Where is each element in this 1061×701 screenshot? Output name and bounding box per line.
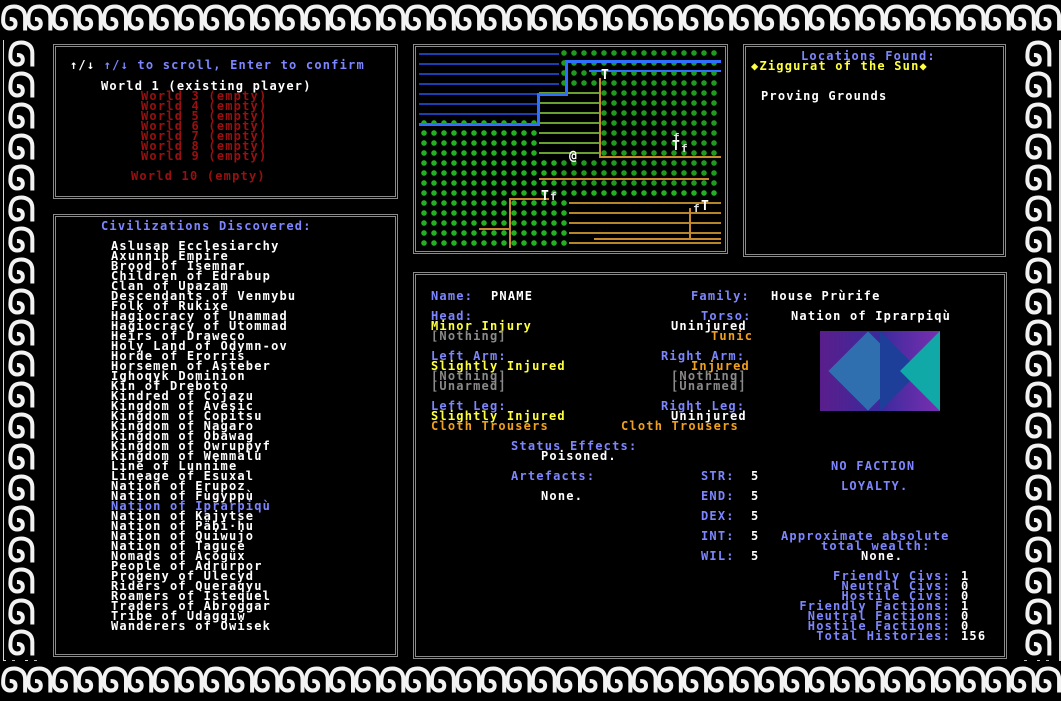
farm-marker: f: [693, 202, 701, 215]
road: [689, 208, 691, 240]
world-map[interactable]: T T T T f f f f @: [419, 48, 721, 248]
summary-value: 156: [961, 629, 987, 643]
faction-status-line1: NO FACTION: [831, 459, 916, 473]
river: [565, 60, 568, 96]
location-item[interactable]: Proving Grounds: [761, 90, 887, 102]
faction-status-line2: LOYALTY.: [841, 479, 909, 493]
town-marker[interactable]: T: [601, 69, 610, 82]
river: [537, 93, 540, 126]
greek-key-bottom: ᘏᘏᘏᘏᘏᘏᘏᘏᘏᘏᘏᘏᘏᘏᘏᘏᘏᘏᘏᘏᘏᘏᘏᘏᘏᘏᘏᘏᘏᘏᘏᘏᘏᘏᘏᘏᘏᘏᘏᘏ…: [0, 666, 1061, 696]
civilizations-title: Civilizations Discovered:: [101, 219, 312, 233]
greek-key-right: ᘏᘏᘏᘏᘏᘏᘏᘏᘏᘏᘏᘏᘏᘏᘏᘏᘏᘏᘏᘏ: [1021, 40, 1057, 660]
farm-marker: f: [550, 190, 558, 203]
civilization-item[interactable]: Wanderers of Owisek: [111, 620, 271, 632]
greek-key-left: ᘏᘏᘏᘏᘏᘏᘏᘏᘏᘏᘏᘏᘏᘏᘏᘏᘏᘏᘏᘏ: [4, 40, 40, 660]
road: [599, 156, 721, 158]
nation-banner: [820, 331, 940, 411]
summary-label: Total Histories:: [816, 629, 951, 643]
river: [419, 123, 539, 126]
wealth-value: None.: [861, 549, 904, 563]
stat-int-label: INT:: [701, 529, 735, 543]
name-label: Name:: [431, 289, 474, 303]
stat-end-value: 5: [751, 489, 760, 503]
stat-dex-label: DEX:: [701, 509, 735, 523]
torso-item: Tunic: [711, 329, 754, 343]
nation-name: Nation of Iprarpiqù: [791, 309, 952, 323]
stat-str-label: STR:: [701, 469, 735, 483]
stat-wil-label: WIL:: [701, 549, 735, 563]
artefacts-value: None.: [541, 489, 584, 503]
world-item-9[interactable]: World 9 (empty): [141, 150, 267, 162]
artefacts-label: Artefacts:: [511, 469, 596, 483]
world-item-10[interactable]: World 10 (empty): [131, 170, 266, 182]
town-marker[interactable]: T: [701, 200, 710, 213]
player-marker[interactable]: @: [569, 150, 578, 163]
world-scroll-hint: ↑/↓ ↑/↓ to scroll, Enter to confirm: [70, 58, 365, 72]
town-marker[interactable]: T: [541, 190, 550, 203]
map-grassland: [539, 88, 599, 158]
road: [479, 228, 511, 230]
head-item: [Nothing]: [431, 329, 507, 343]
locations-panel: [743, 44, 1006, 257]
farm-marker: f: [673, 131, 681, 144]
road: [509, 198, 511, 248]
road: [599, 78, 601, 158]
family-name: House Prùrife: [771, 289, 881, 303]
road: [539, 178, 709, 180]
road: [594, 238, 721, 240]
left-leg-item: Cloth Trousers: [431, 419, 549, 433]
stat-wil-value: 5: [751, 549, 760, 563]
stat-int-value: 5: [751, 529, 760, 543]
stat-end-label: END:: [701, 489, 735, 503]
right-leg-item: Cloth Trousers: [621, 419, 739, 433]
greek-key-top: ᘏᘏᘏᘏᘏᘏᘏᘏᘏᘏᘏᘏᘏᘏᘏᘏᘏᘏᘏᘏᘏᘏᘏᘏᘏᘏᘏᘏᘏᘏᘏᘏᘏᘏᘏᘏᘏᘏᘏᘏ…: [0, 4, 1061, 34]
character-name: PNAME: [491, 289, 534, 303]
river: [537, 93, 567, 96]
family-label: Family:: [691, 289, 750, 303]
stat-str-value: 5: [751, 469, 760, 483]
river: [565, 60, 721, 63]
right-arm-weapon: [Unarmed]: [671, 379, 747, 393]
farm-marker: f: [681, 142, 689, 155]
stat-dex-value: 5: [751, 509, 760, 523]
status-effects-value: Poisoned.: [541, 449, 617, 463]
location-selected[interactable]: ◆Ziggurat of the Sun◆: [751, 60, 928, 72]
left-arm-weapon: [Unarmed]: [431, 379, 507, 393]
